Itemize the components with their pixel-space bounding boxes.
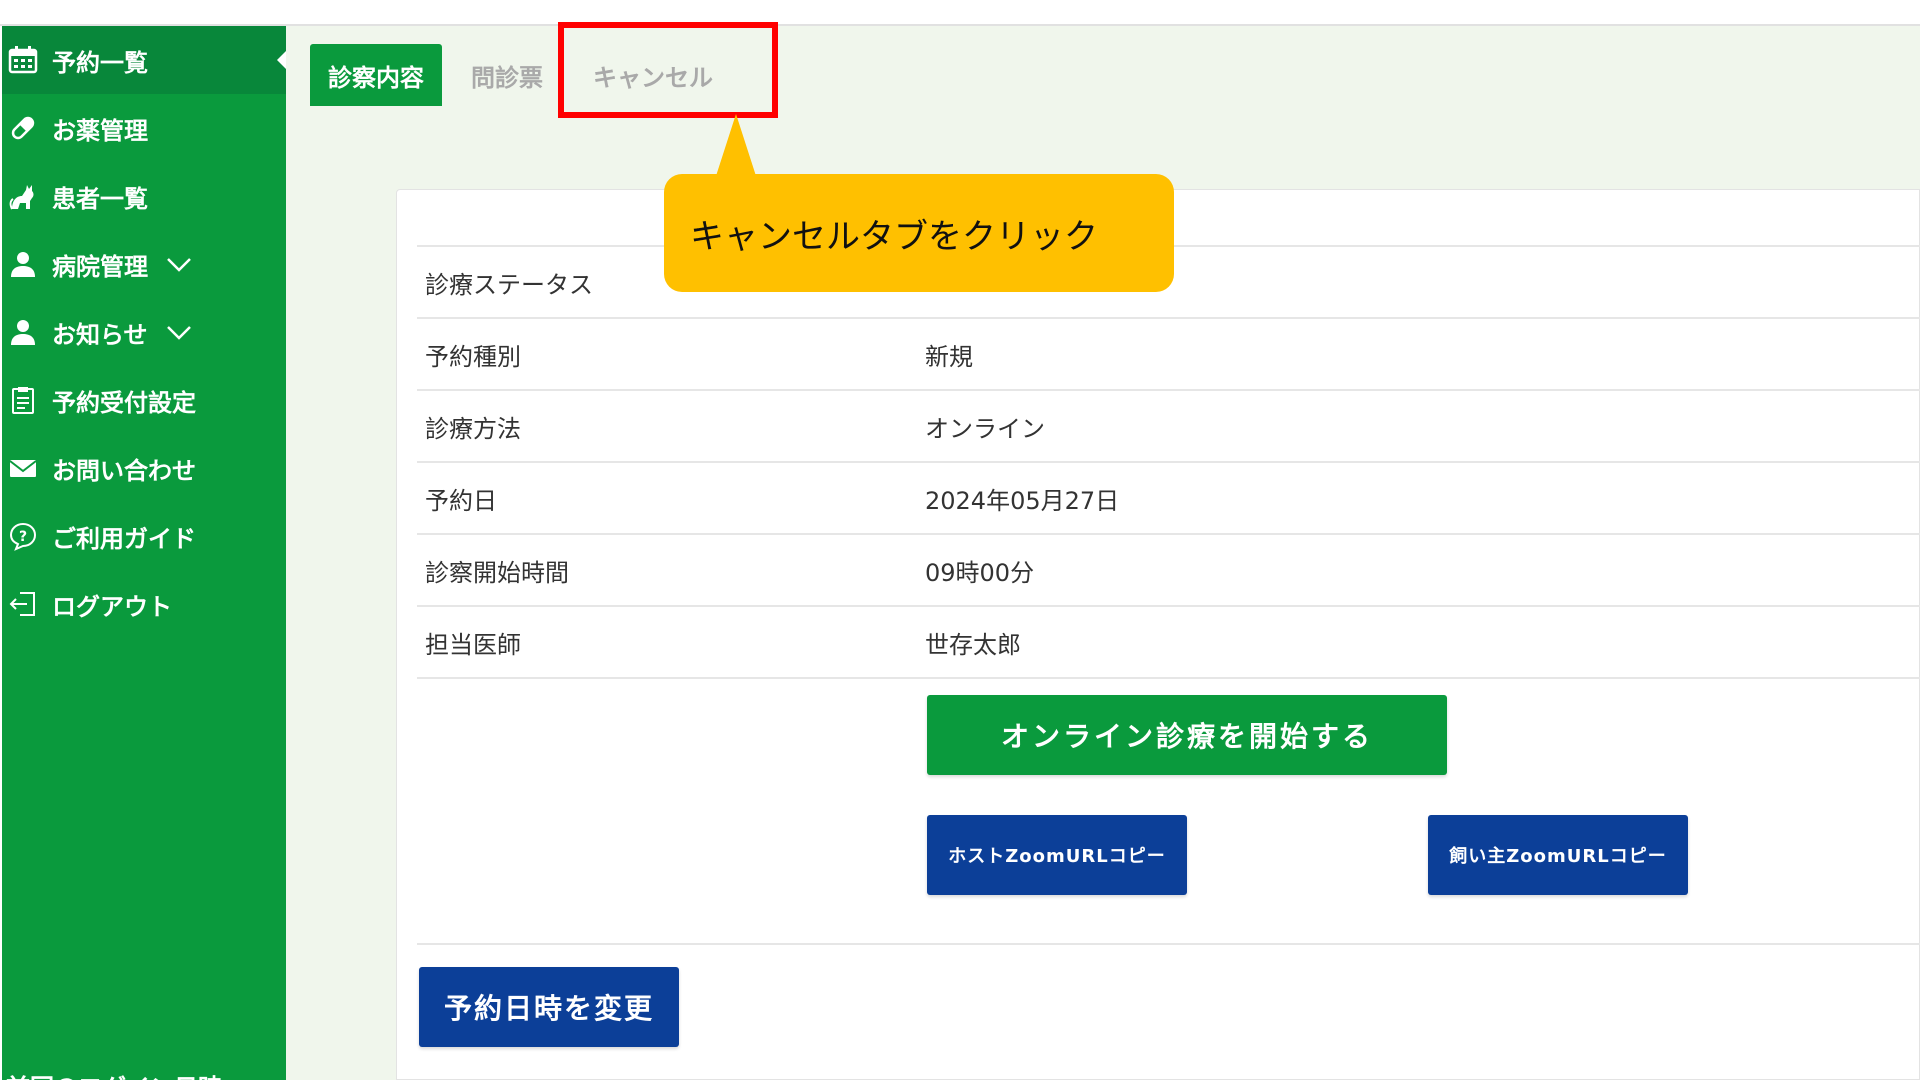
details-card: 診療ステータス 予約種別 新規 診療方法 オンライン 予約日 2024年05月2… — [396, 189, 1920, 1080]
detail-row-date: 予約日 2024年05月27日 — [417, 461, 1920, 533]
sidebar-item-guide[interactable]: ? ご利用ガイド — [2, 502, 286, 570]
sidebar-item-contact[interactable]: お問い合わせ — [2, 434, 286, 502]
question-bubble-icon: ? — [6, 519, 40, 553]
tab-highlight-box — [558, 22, 778, 118]
copy-host-zoom-url-button[interactable]: ホストZoomURLコピー — [927, 815, 1187, 895]
sidebar-item-reception-settings[interactable]: 予約受付設定 — [2, 366, 286, 434]
detail-row-reservation-type: 予約種別 新規 — [417, 317, 1920, 389]
start-online-exam-button[interactable]: オンライン診療を開始する — [927, 695, 1447, 775]
detail-label: 診療方法 — [425, 414, 521, 443]
calendar-icon — [6, 43, 40, 77]
sidebar-item-hospital[interactable]: 病院管理 — [2, 230, 286, 298]
change-datetime-button[interactable]: 予約日時を変更 — [419, 967, 679, 1047]
detail-value: オンライン — [925, 414, 1045, 443]
divider — [417, 677, 1920, 679]
svg-text:?: ? — [19, 529, 27, 545]
sidebar-item-label: 患者一覧 — [52, 184, 148, 213]
chevron-down-icon — [164, 249, 194, 279]
last-login-label: 前回のログイン日時 — [6, 1068, 222, 1080]
logout-icon — [6, 587, 40, 621]
sidebar-item-label: 病院管理 — [52, 252, 148, 281]
person-icon — [6, 315, 40, 349]
detail-value: 09時00分 — [925, 558, 1035, 587]
person-icon — [6, 247, 40, 281]
sidebar-item-label: お知らせ — [52, 320, 148, 349]
mail-icon — [6, 451, 40, 485]
detail-label: 担当医師 — [425, 630, 521, 659]
detail-label: 予約日 — [425, 486, 497, 515]
detail-row-method: 診療方法 オンライン — [417, 389, 1920, 461]
sidebar: 予約一覧 お薬管理 患者一覧 病院管理 お知らせ 予約受付設定 お問い合わせ ?… — [2, 26, 286, 1080]
detail-value: 世存太郎 — [925, 630, 1021, 659]
detail-value: 新規 — [925, 342, 973, 371]
sidebar-item-label: ご利用ガイド — [52, 524, 196, 553]
callout-pointer — [716, 114, 756, 176]
active-indicator — [277, 50, 286, 70]
tab-exam-details[interactable]: 診察内容 — [310, 44, 442, 106]
sidebar-item-medicine[interactable]: お薬管理 — [2, 94, 286, 162]
detail-value: 2024年05月27日 — [925, 486, 1120, 515]
detail-row-start-time: 診察開始時間 09時00分 — [417, 533, 1920, 605]
detail-label: 診察開始時間 — [425, 558, 569, 587]
sidebar-item-label: ログアウト — [52, 592, 172, 621]
sidebar-item-label: お薬管理 — [52, 116, 148, 145]
sidebar-item-patients[interactable]: 患者一覧 — [2, 162, 286, 230]
clipboard-icon — [6, 383, 40, 417]
sidebar-item-label: 予約一覧 — [52, 48, 148, 77]
chevron-down-icon — [164, 317, 194, 347]
divider — [417, 943, 1920, 945]
detail-label: 予約種別 — [425, 342, 521, 371]
detail-label: 診療ステータス — [425, 270, 593, 299]
sidebar-item-reservations[interactable]: 予約一覧 — [2, 26, 286, 94]
detail-row-doctor: 担当医師 世存太郎 — [417, 605, 1920, 677]
sidebar-item-logout[interactable]: ログアウト — [2, 570, 286, 638]
copy-owner-zoom-url-button[interactable]: 飼い主ZoomURLコピー — [1428, 815, 1688, 895]
sidebar-item-news[interactable]: お知らせ — [2, 298, 286, 366]
instruction-callout: キャンセルタブをクリック — [664, 174, 1174, 292]
sidebar-item-label: お問い合わせ — [52, 456, 196, 485]
cat-icon — [6, 179, 40, 213]
sidebar-item-label: 予約受付設定 — [52, 388, 196, 417]
pill-icon — [6, 111, 40, 145]
tab-questionnaire[interactable]: 問診票 — [456, 44, 558, 106]
